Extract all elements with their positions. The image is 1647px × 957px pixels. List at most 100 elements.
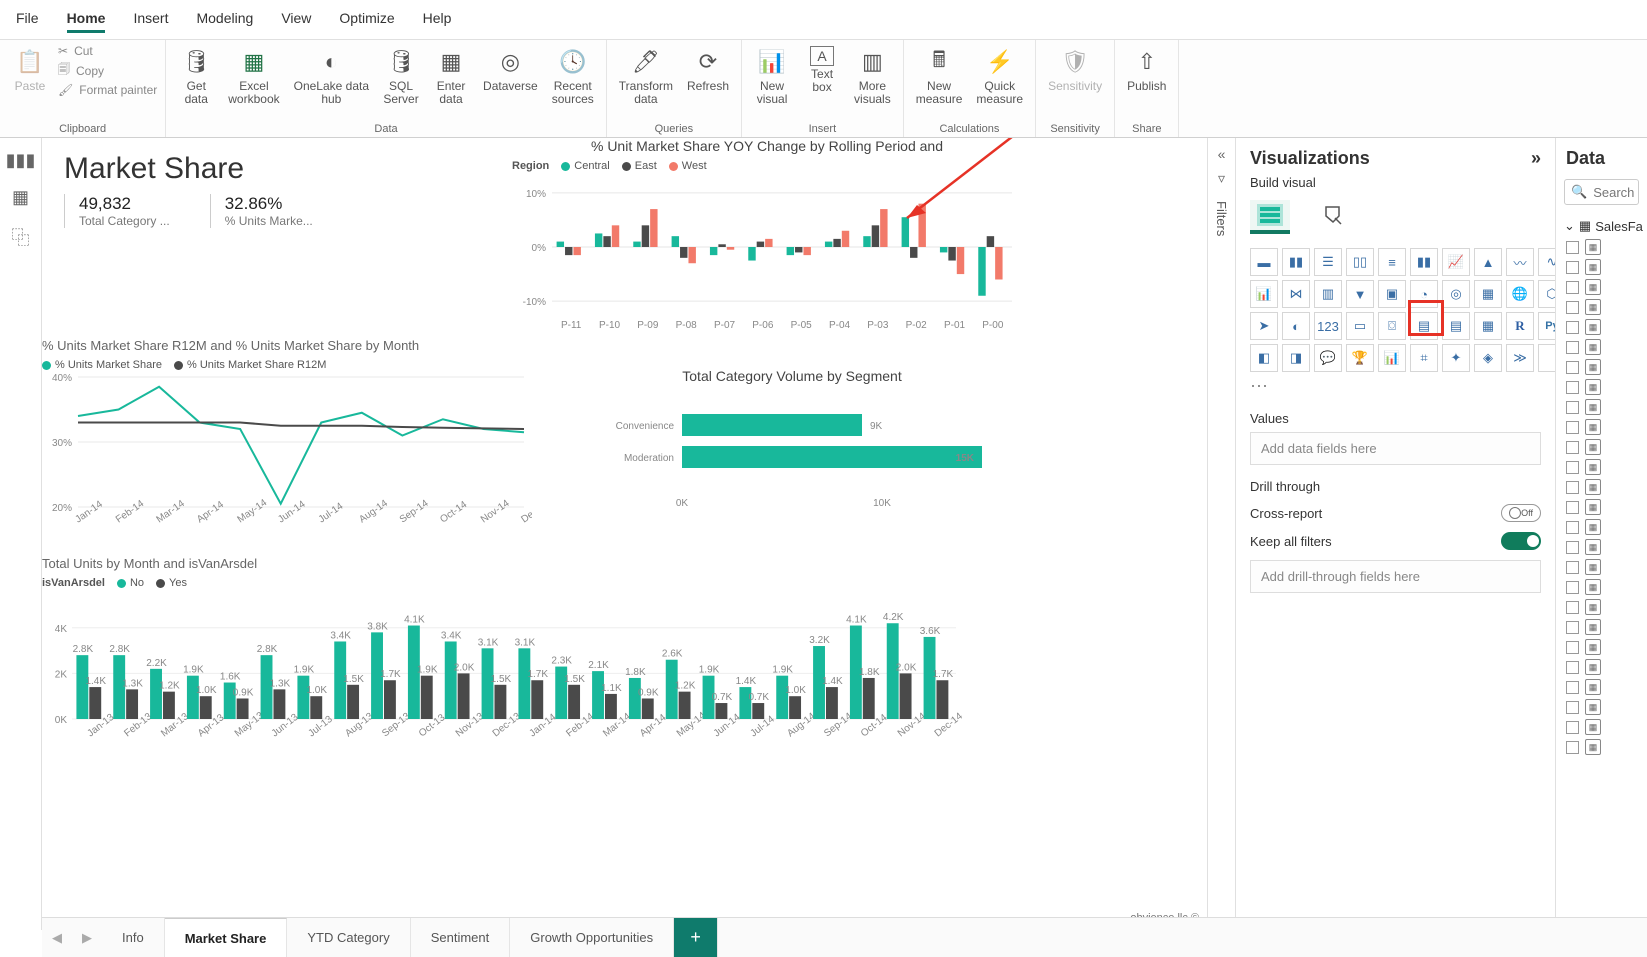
tab-market-share[interactable]: Market Share xyxy=(165,918,288,957)
viz-type-5[interactable]: ▮▮ xyxy=(1410,248,1438,276)
viz-type-29[interactable]: Py xyxy=(1538,312,1555,340)
report-canvas[interactable]: Market Share 49,832 Total Category ... 3… xyxy=(42,138,1207,930)
field-checkbox[interactable] xyxy=(1566,421,1579,434)
line-chart[interactable]: 20%30%40%Jan-14Feb-14Mar-14Apr-14May-14J… xyxy=(42,371,532,541)
viz-type-18[interactable]: 🌐 xyxy=(1506,280,1534,308)
field-checkbox[interactable] xyxy=(1566,581,1579,594)
field-row[interactable]: ▦ xyxy=(1560,717,1643,737)
field-row[interactable]: ▦ xyxy=(1560,437,1643,457)
viz-type-32[interactable]: 💬 xyxy=(1314,344,1342,372)
viz-type-33[interactable]: 🏆 xyxy=(1346,344,1374,372)
excel-workbook-button[interactable]: ▦Excel workbook xyxy=(224,44,283,108)
viz-type-11[interactable]: ⋈ xyxy=(1282,280,1310,308)
field-checkbox[interactable] xyxy=(1566,361,1579,374)
field-row[interactable]: ▦ xyxy=(1560,337,1643,357)
viz-type-38[interactable]: ≫ xyxy=(1506,344,1534,372)
field-row[interactable]: ▦ xyxy=(1560,477,1643,497)
field-checkbox[interactable] xyxy=(1566,401,1579,414)
cross-report-toggle[interactable]: Off xyxy=(1501,504,1541,522)
table-node[interactable]: ⌄ ▦ SalesFa xyxy=(1560,215,1643,237)
field-row[interactable]: ▦ xyxy=(1560,737,1643,757)
menu-file[interactable]: File xyxy=(16,6,39,33)
tab-prev-button[interactable]: ◀ xyxy=(42,918,72,957)
field-checkbox[interactable] xyxy=(1566,441,1579,454)
field-checkbox[interactable] xyxy=(1566,301,1579,314)
more-visuals-button[interactable]: ▥More visuals xyxy=(850,44,895,108)
yoy-chart[interactable]: -10%0%10%P-11P-10P-09P-08P-07P-06P-05P-0… xyxy=(512,172,1022,342)
field-checkbox[interactable] xyxy=(1566,601,1579,614)
tab-sentiment[interactable]: Sentiment xyxy=(411,918,511,957)
field-checkbox[interactable] xyxy=(1566,481,1579,494)
viz-type-0[interactable]: ▬ xyxy=(1250,248,1278,276)
collapse-viz-icon[interactable]: » xyxy=(1531,148,1541,169)
field-row[interactable]: ▦ xyxy=(1560,657,1643,677)
field-row[interactable]: ▦ xyxy=(1560,237,1643,257)
viz-type-17[interactable]: ▦ xyxy=(1474,280,1502,308)
viz-type-36[interactable]: ✦ xyxy=(1442,344,1470,372)
field-checkbox[interactable] xyxy=(1566,341,1579,354)
field-checkbox[interactable] xyxy=(1566,521,1579,534)
viz-type-15[interactable]: ◔ xyxy=(1410,280,1438,308)
field-search[interactable]: 🔍 Search xyxy=(1564,179,1639,205)
menu-help[interactable]: Help xyxy=(423,6,452,33)
viz-type-6[interactable]: 📈 xyxy=(1442,248,1470,276)
field-checkbox[interactable] xyxy=(1566,541,1579,554)
viz-type-26[interactable]: ▤ xyxy=(1442,312,1470,340)
field-checkbox[interactable] xyxy=(1566,561,1579,574)
field-row[interactable]: ▦ xyxy=(1560,257,1643,277)
dataverse-button[interactable]: ◎Dataverse xyxy=(479,44,542,95)
viz-type-39[interactable] xyxy=(1538,344,1555,372)
drillthrough-drop-area[interactable]: Add drill-through fields here xyxy=(1250,560,1541,593)
field-checkbox[interactable] xyxy=(1566,641,1579,654)
viz-type-28[interactable]: R xyxy=(1506,312,1534,340)
field-row[interactable]: ▦ xyxy=(1560,597,1643,617)
viz-type-4[interactable]: ≡ xyxy=(1378,248,1406,276)
field-checkbox[interactable] xyxy=(1566,261,1579,274)
viz-type-19[interactable]: ⬡ xyxy=(1538,280,1555,308)
new-measure-button[interactable]: 🖩New measure xyxy=(912,44,967,108)
field-row[interactable]: ▦ xyxy=(1560,537,1643,557)
viz-type-30[interactable]: ◧ xyxy=(1250,344,1278,372)
viz-type-35[interactable]: ⌗ xyxy=(1410,344,1438,372)
viz-type-25[interactable]: ▤ xyxy=(1410,312,1438,340)
text-box-button[interactable]: AText box xyxy=(800,44,844,96)
field-row[interactable]: ▦ xyxy=(1560,297,1643,317)
viz-type-20[interactable]: ➤ xyxy=(1250,312,1278,340)
menu-view[interactable]: View xyxy=(281,6,311,33)
viz-type-7[interactable]: ▲ xyxy=(1474,248,1502,276)
get-data-button[interactable]: 🛢Get data xyxy=(174,44,218,108)
field-row[interactable]: ▦ xyxy=(1560,677,1643,697)
menu-optimize[interactable]: Optimize xyxy=(339,6,394,33)
field-row[interactable]: ▦ xyxy=(1560,617,1643,637)
viz-type-27[interactable]: ▦ xyxy=(1474,312,1502,340)
viz-type-37[interactable]: ◈ xyxy=(1474,344,1502,372)
viz-type-12[interactable]: ▥ xyxy=(1314,280,1342,308)
field-checkbox[interactable] xyxy=(1566,381,1579,394)
field-checkbox[interactable] xyxy=(1566,321,1579,334)
viz-type-10[interactable]: 📊 xyxy=(1250,280,1278,308)
field-row[interactable]: ▦ xyxy=(1560,457,1643,477)
menu-insert[interactable]: Insert xyxy=(133,6,168,33)
viz-type-31[interactable]: ◨ xyxy=(1282,344,1310,372)
field-row[interactable]: ▦ xyxy=(1560,277,1643,297)
sql-server-button[interactable]: 🛢SQL Server xyxy=(379,44,423,108)
field-checkbox[interactable] xyxy=(1566,461,1579,474)
viz-type-34[interactable]: 📊 xyxy=(1378,344,1406,372)
onelake-hub-button[interactable]: ◐OneLake data hub xyxy=(290,44,373,108)
viz-type-9[interactable]: ∿ xyxy=(1538,248,1555,276)
values-drop-area[interactable]: Add data fields here xyxy=(1250,432,1541,465)
tab-next-button[interactable]: ▶ xyxy=(72,918,102,957)
field-checkbox[interactable] xyxy=(1566,241,1579,254)
build-visual-tab[interactable] xyxy=(1250,200,1290,234)
quick-measure-button[interactable]: ⚡Quick measure xyxy=(972,44,1027,108)
format-visual-tab[interactable] xyxy=(1314,200,1354,234)
viz-type-16[interactable]: ◎ xyxy=(1442,280,1470,308)
field-row[interactable]: ▦ xyxy=(1560,557,1643,577)
viz-type-3[interactable]: ▯▯ xyxy=(1346,248,1374,276)
add-page-button[interactable]: + xyxy=(674,918,718,957)
field-checkbox[interactable] xyxy=(1566,721,1579,734)
field-row[interactable]: ▦ xyxy=(1560,577,1643,597)
field-checkbox[interactable] xyxy=(1566,281,1579,294)
transform-data-button[interactable]: 🖊Transform data xyxy=(615,44,677,108)
menu-home[interactable]: Home xyxy=(67,6,106,33)
